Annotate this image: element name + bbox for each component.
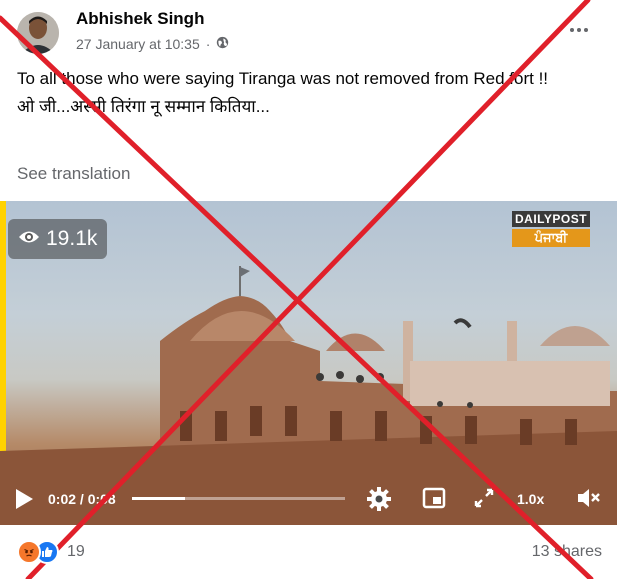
more-options-icon[interactable] [567, 22, 591, 38]
view-count-badge: 19.1k [8, 219, 108, 259]
dot-separator: · [205, 36, 211, 52]
video-controls: 0:02 / 0:08 1.0x [0, 478, 617, 520]
post-meta: 27 January at 10:35 · [76, 36, 229, 52]
author-avatar[interactable] [17, 12, 59, 54]
video-progress-bar[interactable] [132, 497, 345, 500]
see-translation-link[interactable]: See translation [17, 164, 130, 184]
channel-logo: DAILYPOST ਪੰਜਾਬੀ [512, 211, 591, 247]
post-text-line: To all those who were saying Tiranga was… [17, 69, 549, 88]
mute-icon[interactable] [576, 486, 602, 513]
share-count[interactable]: 13 shares [532, 543, 602, 561]
reaction-count: 19 [67, 543, 85, 560]
fullscreen-icon[interactable] [472, 486, 496, 513]
reactions-summary[interactable]: 19 [17, 540, 85, 564]
logo-language: ਪੰਜਾਬੀ [512, 229, 591, 247]
eye-icon [18, 227, 40, 251]
picture-in-picture-icon[interactable] [422, 486, 446, 513]
view-count: 19.1k [46, 227, 98, 250]
post-text-line: ओ जी...अस्सी तिरंगा नू सम्मान कितिया... [17, 97, 270, 116]
playback-speed[interactable]: 1.0x [517, 491, 544, 507]
video-player[interactable]: 19.1k [0, 201, 617, 525]
logo-wordmark: DAILYPOST [512, 211, 591, 227]
facebook-post: Abhishek Singh 27 January at 10:35 · To … [0, 0, 617, 579]
play-icon[interactable] [14, 488, 34, 513]
post-text: To all those who were saying Tiranga was… [17, 68, 607, 118]
video-time: 0:02 / 0:08 [48, 491, 116, 507]
gear-icon[interactable] [366, 486, 392, 515]
globe-icon[interactable] [216, 36, 229, 52]
angry-reaction-icon [17, 540, 41, 564]
video-progress-fill [132, 497, 186, 500]
post-timestamp[interactable]: 27 January at 10:35 [76, 36, 200, 52]
author-name[interactable]: Abhishek Singh [76, 9, 204, 29]
